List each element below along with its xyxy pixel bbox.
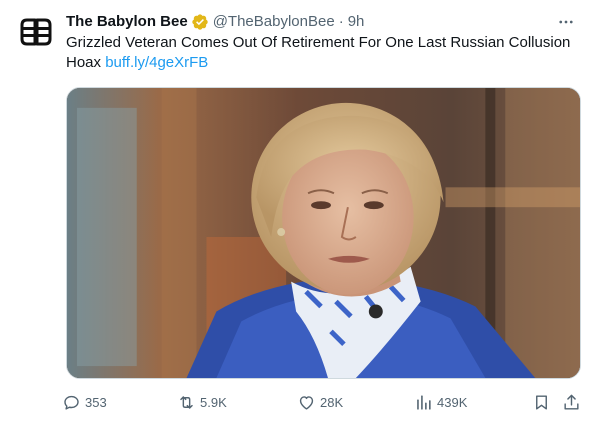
retweet-icon (180, 395, 193, 409)
reply-count: 353 (85, 394, 107, 410)
reply-button[interactable]: 353 (62, 390, 107, 414)
verified-badge-icon[interactable] (191, 13, 209, 31)
avatar[interactable] (16, 12, 56, 52)
tweet-header: The Babylon Bee @TheBabylonBee · 9h (66, 12, 586, 32)
display-name[interactable]: The Babylon Bee (66, 12, 188, 32)
action-bar: 353 5.9K 28K 439K (62, 390, 590, 414)
share-button[interactable] (562, 390, 581, 414)
tweet[interactable]: The Babylon Bee @TheBabylonBee · 9h Griz… (0, 0, 598, 424)
separator: · (338, 13, 344, 30)
bookmark-icon (536, 394, 547, 410)
like-count: 28K (320, 394, 344, 410)
share-icon (564, 394, 579, 410)
views-count: 439K (437, 394, 468, 410)
timestamp[interactable]: 9h (348, 12, 365, 32)
photo-illustration (67, 88, 580, 378)
analytics-icon (417, 394, 431, 410)
more-horizontal-icon (559, 20, 573, 24)
more-button[interactable] (552, 8, 580, 36)
reply-icon (64, 395, 79, 410)
tweet-image[interactable] (66, 87, 581, 379)
retweet-count: 5.9K (200, 394, 227, 410)
like-button[interactable]: 28K (297, 390, 343, 414)
views-button[interactable]: 439K (414, 390, 467, 414)
bookmark-button[interactable] (532, 390, 551, 414)
handle[interactable]: @TheBabylonBee (213, 12, 335, 32)
heart-icon (299, 395, 314, 410)
tweet-text: Grizzled Veteran Comes Out Of Retirement… (66, 33, 586, 73)
bee-logo-icon (20, 18, 52, 46)
tweet-link[interactable]: buff.ly/4geXrFB (105, 54, 208, 71)
retweet-button[interactable]: 5.9K (177, 390, 227, 414)
